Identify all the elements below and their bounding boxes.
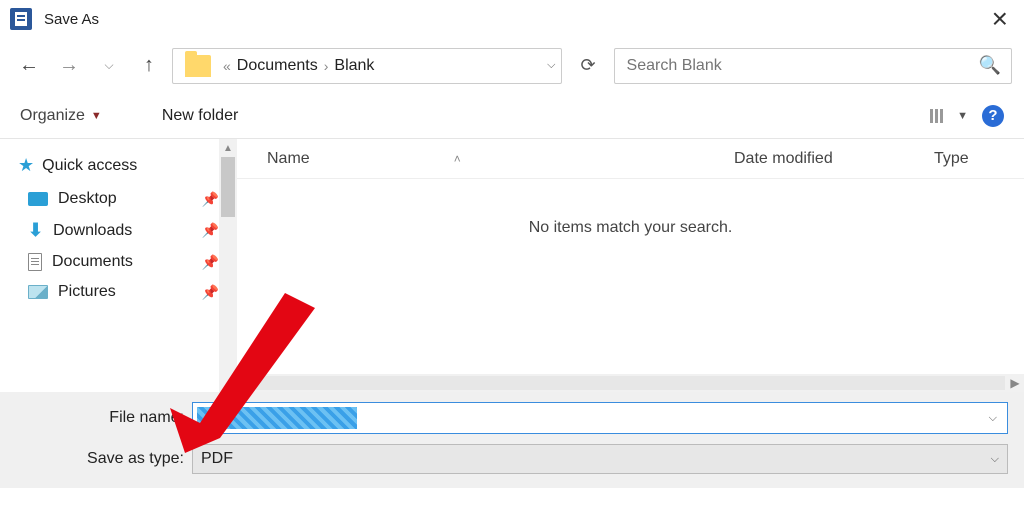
title-bar: Save As ×: [0, 0, 1024, 38]
sidebar-item-label: Documents: [52, 253, 133, 271]
breadcrumb-blank[interactable]: Blank: [334, 57, 374, 75]
pin-icon: 📌: [202, 284, 219, 301]
sidebar-item-documents[interactable]: Documents 📌: [0, 247, 237, 277]
download-icon: ⬇: [28, 220, 43, 241]
file-name-value-redacted: [197, 407, 357, 429]
pin-icon: 📌: [202, 191, 219, 208]
nav-sidebar: ★ Quick access Desktop 📌 ⬇ Downloads 📌 D…: [0, 139, 237, 392]
up-button[interactable]: ↑: [132, 49, 166, 83]
sidebar-item-downloads[interactable]: ⬇ Downloads 📌: [0, 214, 237, 247]
sidebar-item-pictures[interactable]: Pictures 📌: [0, 277, 237, 307]
breadcrumb-documents[interactable]: Documents: [237, 57, 318, 75]
back-button[interactable]: ←: [12, 49, 46, 83]
empty-message: No items match your search.: [237, 179, 1024, 374]
new-folder-button[interactable]: New folder: [162, 107, 238, 125]
file-name-label: File name:: [16, 409, 192, 427]
pictures-icon: [28, 285, 48, 299]
search-field[interactable]: 🔍: [614, 48, 1012, 84]
organize-dropdown[interactable]: Organize ▼: [20, 107, 102, 125]
quick-access-header[interactable]: ★ Quick access: [0, 149, 237, 184]
file-name-field[interactable]: ⌵: [192, 402, 1008, 434]
star-icon: ★: [18, 155, 34, 176]
column-date[interactable]: Date modified: [734, 150, 934, 168]
folder-icon: [185, 55, 211, 77]
scroll-track[interactable]: [256, 376, 1005, 390]
view-options-button[interactable]: [930, 109, 943, 123]
pin-icon: 📌: [202, 222, 219, 239]
forward-button[interactable]: →: [52, 49, 86, 83]
file-list-pane: Name ˄ Date modified Type No items match…: [237, 139, 1024, 392]
column-type[interactable]: Type: [934, 150, 1024, 168]
toolbar: Organize ▼ New folder ▼ ?: [0, 93, 1024, 139]
column-headers: Name ˄ Date modified Type: [237, 139, 1024, 179]
sidebar-scrollbar[interactable]: ▲: [219, 139, 237, 392]
help-button[interactable]: ?: [982, 105, 1004, 127]
organize-label: Organize: [20, 107, 85, 125]
caret-down-icon: ▼: [91, 110, 102, 122]
quick-access-label: Quick access: [42, 157, 137, 175]
sidebar-item-desktop[interactable]: Desktop 📌: [0, 184, 237, 214]
sidebar-item-label: Downloads: [53, 222, 132, 240]
address-dropdown[interactable]: ⌵: [547, 59, 555, 72]
horizontal-scrollbar[interactable]: ◀ ▶: [237, 374, 1024, 392]
save-as-type-field[interactable]: PDF ⌵: [192, 444, 1008, 474]
search-icon[interactable]: 🔍: [979, 55, 1001, 76]
column-name-label: Name: [267, 150, 310, 168]
scroll-thumb[interactable]: [221, 157, 235, 217]
refresh-button[interactable]: ⟳: [580, 55, 595, 76]
scroll-left-icon[interactable]: ◀: [237, 376, 255, 390]
sidebar-item-label: Desktop: [58, 190, 117, 208]
save-as-type-value: PDF: [201, 450, 233, 468]
nav-bar: ← → ⌵ ↑ « Documents › Blank ⌵ ⟳ 🔍: [0, 38, 1024, 93]
word-app-icon: [10, 8, 32, 30]
explorer-main: ★ Quick access Desktop 📌 ⬇ Downloads 📌 D…: [0, 139, 1024, 392]
sort-caret-icon: ˄: [454, 152, 461, 166]
history-dropdown[interactable]: ⌵: [92, 49, 126, 83]
column-name[interactable]: Name ˄: [237, 150, 734, 168]
chevron-right-icon: ›: [324, 58, 329, 74]
close-button[interactable]: ×: [986, 3, 1014, 35]
save-as-type-label: Save as type:: [16, 450, 192, 468]
scroll-up-icon[interactable]: ▲: [219, 139, 237, 157]
desktop-icon: [28, 192, 48, 206]
save-as-type-dropdown[interactable]: ⌵: [991, 453, 999, 466]
scroll-right-icon[interactable]: ▶: [1006, 376, 1024, 390]
pin-icon: 📌: [202, 254, 219, 271]
document-icon: [28, 253, 42, 271]
sidebar-item-label: Pictures: [58, 283, 116, 301]
save-fields: File name: ⌵ Save as type: PDF ⌵: [0, 392, 1024, 488]
file-name-dropdown[interactable]: ⌵: [983, 412, 1003, 425]
address-bar[interactable]: « Documents › Blank ⌵: [172, 48, 562, 84]
view-caret-icon[interactable]: ▼: [957, 110, 968, 122]
breadcrumb-ellipsis: «: [223, 58, 231, 74]
window-title: Save As: [44, 11, 986, 28]
search-input[interactable]: [625, 56, 979, 76]
